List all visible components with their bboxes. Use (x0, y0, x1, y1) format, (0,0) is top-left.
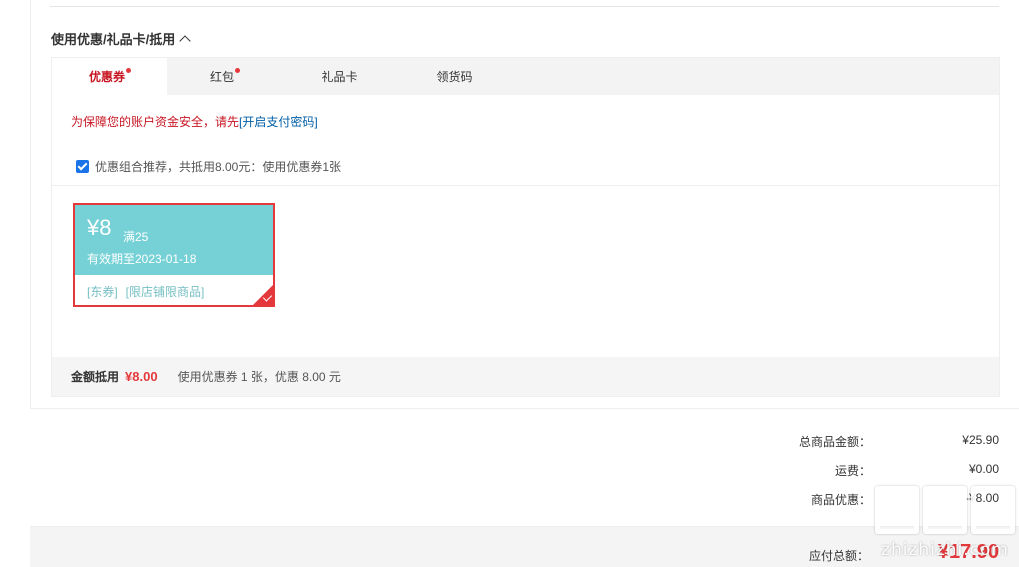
notification-dot-icon (126, 68, 131, 73)
top-divider (50, 6, 999, 7)
coupon-condition: 满25 (123, 230, 149, 244)
payment-bar: 应付总额： ¥17.90 (30, 526, 1019, 567)
enable-payment-password-link[interactable]: [开启支付密码] (239, 115, 318, 129)
goods-total-value: ¥25.90 (962, 433, 999, 447)
tab-redeem-code[interactable]: 领货码 (397, 58, 512, 95)
summary-amount: ¥8.00 (125, 369, 158, 384)
notification-dot-icon (235, 68, 240, 73)
coupon-tag-scope: [限店铺限商品] (125, 285, 205, 299)
discount-label: 商品优惠： (810, 493, 871, 507)
discount-summary: 金额抵用 ¥8.00 使用优惠券 1 张，优惠 8.00 元 (52, 357, 999, 396)
divider (52, 185, 999, 186)
discount-tabs-box: 优惠券 红包 礼品卡 领货码 为保障您的账户资金安全，请先[开启支付密码] 优惠… (51, 57, 1000, 397)
tab-label: 礼品卡 (321, 70, 358, 84)
payable-label: 应付总额： (808, 549, 869, 563)
tab-gift-card[interactable]: 礼品卡 (282, 58, 397, 95)
shipping-value: ¥0.00 (968, 462, 999, 476)
tab-coupon[interactable]: 优惠券 (52, 58, 167, 95)
shipping-label: 运费： (834, 464, 871, 478)
coupon-tag-type: [东券] (87, 285, 118, 299)
tab-label: 领货码 (436, 70, 473, 84)
totals-row-shipping: 运费： ¥0.00 (699, 462, 999, 478)
payable-amount: ¥17.90 (937, 541, 999, 563)
summary-description: 使用优惠券 1 张，优惠 8.00 元 (177, 370, 341, 384)
section-title: 使用优惠/礼品卡/抵用 (51, 32, 176, 47)
coupon-card[interactable]: ¥8 满25 有效期至2023-01-18 [东券] [限店铺限商品] (73, 203, 275, 307)
tab-label: 红包 (209, 70, 234, 84)
tab-red-packet[interactable]: 红包 (167, 58, 282, 95)
discount-value: -¥8.00 (964, 491, 999, 505)
combo-text: 优惠组合推荐，共抵用8.00元：使用优惠券1张 (95, 160, 342, 174)
totals-row-discount: 商品优惠： -¥8.00 (699, 491, 999, 507)
totals-row-goods: 总商品金额： ¥25.90 (699, 433, 999, 449)
security-note: 为保障您的账户资金安全，请先[开启支付密码] (71, 113, 318, 130)
tab-label: 优惠券 (88, 70, 125, 84)
goods-total-label: 总商品金额： (798, 435, 871, 449)
combo-recommendation: 优惠组合推荐，共抵用8.00元：使用优惠券1张 (76, 158, 341, 175)
coupon-tags: [东券] [限店铺限商品] (87, 283, 204, 300)
security-note-text: 为保障您的账户资金安全，请先 (71, 115, 240, 129)
coupon-amount: ¥8 (87, 215, 112, 240)
summary-label: 金额抵用 (71, 370, 120, 384)
coupon-header: ¥8 满25 有效期至2023-01-18 (75, 205, 273, 275)
coupon-validity: 有效期至2023-01-18 (87, 252, 197, 266)
combo-checkbox[interactable] (76, 160, 89, 173)
tab-bar: 优惠券 红包 礼品卡 领货码 (52, 58, 999, 95)
chevron-up-icon (179, 34, 191, 47)
discount-section-toggle[interactable]: 使用优惠/礼品卡/抵用 (51, 29, 191, 48)
